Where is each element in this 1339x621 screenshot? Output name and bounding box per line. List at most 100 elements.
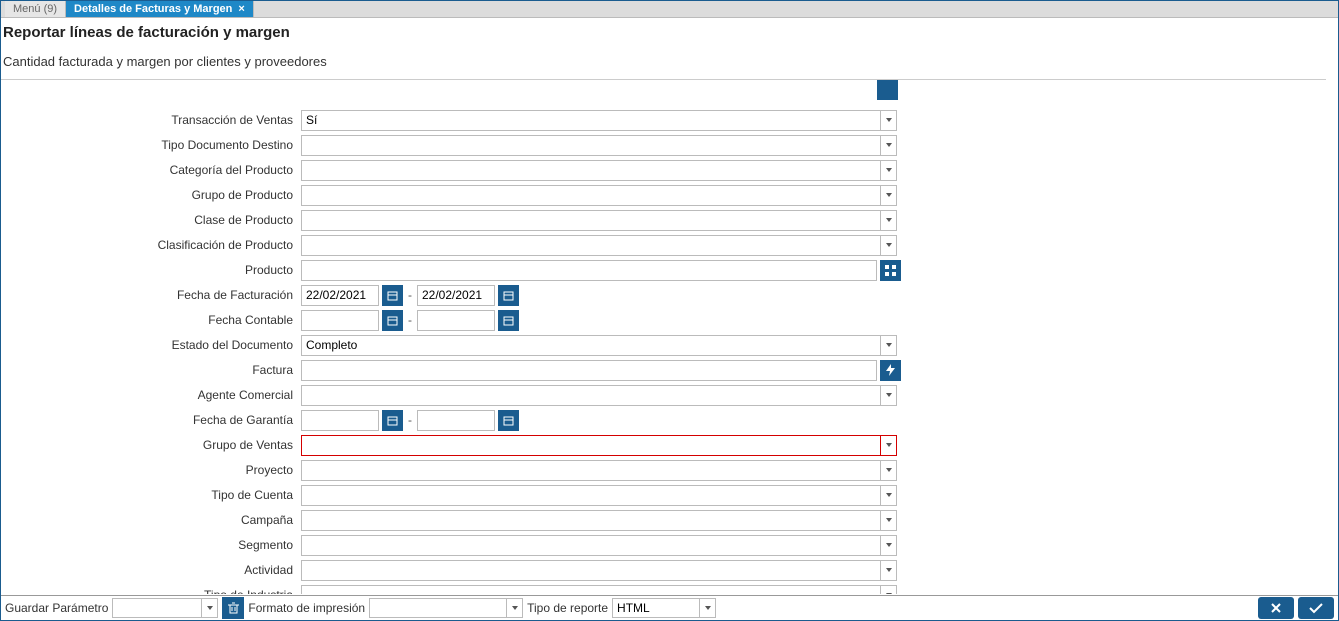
tab-detalles-facturas[interactable]: Detalles de Facturas y Margen × xyxy=(66,1,254,17)
chevron-down-icon[interactable] xyxy=(881,185,897,206)
tipo-cuenta-input[interactable] xyxy=(301,485,881,506)
label-clase-producto: Clase de Producto xyxy=(1,213,301,227)
row-tipo-industria: Tipo de Industria xyxy=(1,583,1326,594)
tab-menu-label: Menú (9) xyxy=(13,3,57,15)
fecha-facturacion-to[interactable] xyxy=(417,285,495,306)
label-segmento: Segmento xyxy=(1,538,301,552)
trash-icon[interactable] xyxy=(222,597,244,619)
row-transaccion-ventas: Transacción de Ventas xyxy=(1,108,1326,132)
row-clasificacion-producto: Clasificación de Producto xyxy=(1,233,1326,257)
calendar-icon[interactable] xyxy=(382,285,403,306)
label-proyecto: Proyecto xyxy=(1,463,301,477)
grupo-producto-input[interactable] xyxy=(301,185,881,206)
tipo-doc-destino-input[interactable] xyxy=(301,135,881,156)
chevron-down-icon[interactable] xyxy=(700,598,716,618)
chevron-down-icon[interactable] xyxy=(881,535,897,556)
confirm-button[interactable] xyxy=(1298,597,1334,619)
tab-menu[interactable]: Menú (9) xyxy=(5,1,66,17)
label-fecha-facturacion: Fecha de Facturación xyxy=(1,288,301,302)
transaccion-ventas-input[interactable] xyxy=(301,110,881,131)
row-actividad: Actividad xyxy=(1,558,1326,582)
row-tipo-doc-destino: Tipo Documento Destino xyxy=(1,133,1326,157)
fecha-garantia-to[interactable] xyxy=(417,410,495,431)
label-actividad: Actividad xyxy=(1,563,301,577)
chevron-down-icon[interactable] xyxy=(881,585,897,595)
clase-producto-input[interactable] xyxy=(301,210,881,231)
chevron-down-icon[interactable] xyxy=(881,435,897,456)
chevron-down-icon[interactable] xyxy=(881,235,897,256)
row-segmento: Segmento xyxy=(1,533,1326,557)
label-agente-comercial: Agente Comercial xyxy=(1,388,301,402)
grid-icon[interactable] xyxy=(880,260,901,281)
label-estado-documento: Estado del Documento xyxy=(1,338,301,352)
chevron-down-icon[interactable] xyxy=(881,110,897,131)
page-title: Reportar líneas de facturación y margen xyxy=(3,24,1336,41)
calendar-icon[interactable] xyxy=(382,410,403,431)
label-tipo-industria: Tipo de Industria xyxy=(1,588,301,594)
estado-documento-input[interactable] xyxy=(301,335,881,356)
row-fecha-garantia: Fecha de Garantía - xyxy=(1,408,1326,432)
fecha-facturacion-from[interactable] xyxy=(301,285,379,306)
chevron-down-icon[interactable] xyxy=(881,210,897,231)
page-header: Reportar líneas de facturación y margen xyxy=(1,18,1338,44)
label-fecha-garantia: Fecha de Garantía xyxy=(1,413,301,427)
fecha-contable-to[interactable] xyxy=(417,310,495,331)
fecha-contable-from[interactable] xyxy=(301,310,379,331)
label-producto: Producto xyxy=(1,263,301,277)
label-campana: Campaña xyxy=(1,513,301,527)
label-grupo-producto: Grupo de Producto xyxy=(1,188,301,202)
chevron-down-icon[interactable] xyxy=(881,160,897,181)
fecha-garantia-from[interactable] xyxy=(301,410,379,431)
row-estado-documento: Estado del Documento xyxy=(1,333,1326,357)
calendar-icon[interactable] xyxy=(498,310,519,331)
categoria-producto-input[interactable] xyxy=(301,160,881,181)
factura-input[interactable] xyxy=(301,360,877,381)
label-fecha-contable: Fecha Contable xyxy=(1,313,301,327)
row-fecha-contable: Fecha Contable - xyxy=(1,308,1326,332)
row-producto: Producto xyxy=(1,258,1326,282)
grupo-ventas-input[interactable] xyxy=(301,435,881,456)
close-icon[interactable]: × xyxy=(238,3,244,15)
label-tipo-reporte: Tipo de reporte xyxy=(527,601,608,615)
segmento-input[interactable] xyxy=(301,535,881,556)
label-grupo-ventas: Grupo de Ventas xyxy=(1,438,301,452)
chevron-down-icon[interactable] xyxy=(881,560,897,581)
guardar-parametro-input[interactable] xyxy=(112,598,202,618)
tipo-industria-input[interactable] xyxy=(301,585,881,595)
chevron-down-icon[interactable] xyxy=(881,460,897,481)
chevron-down-icon[interactable] xyxy=(881,335,897,356)
producto-input[interactable] xyxy=(301,260,877,281)
chevron-down-icon[interactable] xyxy=(881,510,897,531)
label-formato-impresion: Formato de impresión xyxy=(248,601,365,615)
prev-row-cut xyxy=(1,83,1326,107)
row-factura: Factura xyxy=(1,358,1326,382)
range-separator: - xyxy=(406,413,414,427)
campana-input[interactable] xyxy=(301,510,881,531)
chevron-down-icon[interactable] xyxy=(881,485,897,506)
calendar-icon[interactable] xyxy=(382,310,403,331)
label-transaccion-ventas: Transacción de Ventas xyxy=(1,113,301,127)
label-tipo-cuenta: Tipo de Cuenta xyxy=(1,488,301,502)
row-fecha-facturacion: Fecha de Facturación - xyxy=(1,283,1326,307)
chevron-down-icon[interactable] xyxy=(202,598,218,618)
row-clase-producto: Clase de Producto xyxy=(1,208,1326,232)
tipo-reporte-input[interactable] xyxy=(612,598,700,618)
row-grupo-ventas: Grupo de Ventas xyxy=(1,433,1326,457)
bolt-icon[interactable] xyxy=(880,360,901,381)
chevron-down-icon[interactable] xyxy=(881,135,897,156)
cancel-button[interactable] xyxy=(1258,597,1294,619)
actividad-input[interactable] xyxy=(301,560,881,581)
clasificacion-producto-input[interactable] xyxy=(301,235,881,256)
calendar-icon[interactable] xyxy=(498,285,519,306)
formato-impresion-input[interactable] xyxy=(369,598,507,618)
proyecto-input[interactable] xyxy=(301,460,881,481)
agente-comercial-input[interactable] xyxy=(301,385,881,406)
row-campana: Campaña xyxy=(1,508,1326,532)
chevron-down-icon[interactable] xyxy=(507,598,523,618)
chevron-down-icon[interactable] xyxy=(881,385,897,406)
form-wrapper: Transacción de Ventas Tipo Documento Des… xyxy=(1,79,1326,594)
grid-icon[interactable] xyxy=(877,79,898,100)
row-tipo-cuenta: Tipo de Cuenta xyxy=(1,483,1326,507)
calendar-icon[interactable] xyxy=(498,410,519,431)
label-categoria-producto: Categoría del Producto xyxy=(1,163,301,177)
